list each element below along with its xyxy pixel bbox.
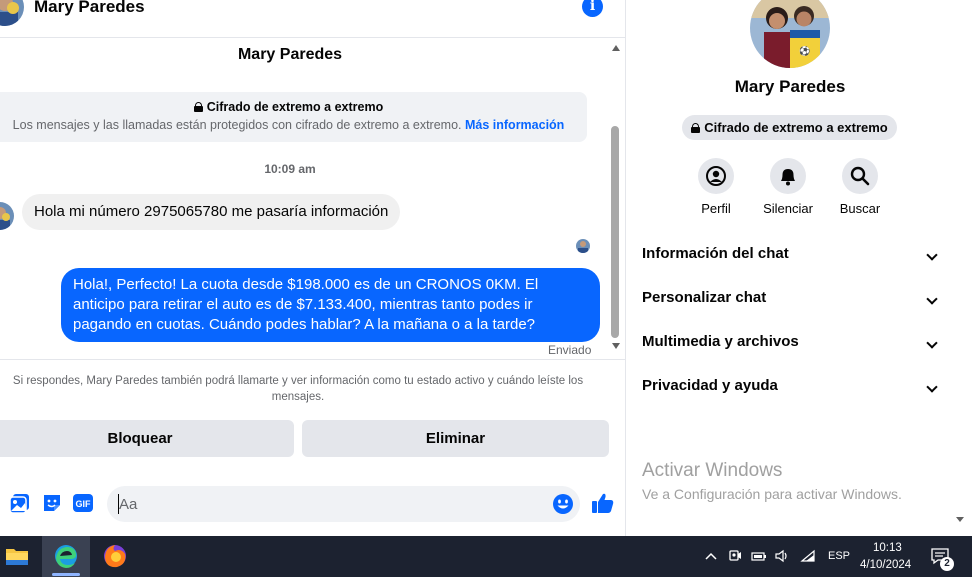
photo-icon[interactable] bbox=[9, 492, 31, 514]
chat-scrollbar[interactable] bbox=[609, 38, 623, 358]
chevron-down-icon bbox=[926, 337, 938, 349]
scroll-up-arrow-icon[interactable] bbox=[612, 45, 620, 51]
e2e-notice: Cifrado de extremo a extremo Los mensaje… bbox=[0, 92, 587, 142]
messenger-window: Mary Paredes i Mary Paredes Cifrado de e… bbox=[0, 0, 972, 577]
chevron-up-icon[interactable] bbox=[704, 548, 718, 577]
mute-action-label: Silenciar bbox=[763, 201, 813, 216]
section-chat-info-label: Información del chat bbox=[642, 245, 789, 262]
contact-avatar[interactable] bbox=[0, 0, 24, 26]
lock-icon bbox=[193, 102, 203, 112]
svg-text:⚽: ⚽ bbox=[798, 45, 810, 56]
gif-icon[interactable]: GIF bbox=[72, 492, 94, 514]
profile-action-label: Perfil bbox=[701, 201, 731, 216]
profile-action[interactable]: Perfil bbox=[681, 158, 751, 216]
mute-action[interactable]: Silenciar bbox=[753, 158, 823, 216]
chevron-down-icon bbox=[926, 381, 938, 393]
text-cursor bbox=[118, 494, 119, 514]
profile-icon[interactable] bbox=[698, 158, 734, 194]
block-button[interactable]: Bloquear bbox=[0, 420, 294, 457]
message-input[interactable] bbox=[107, 486, 580, 522]
scroll-down-arrow-icon[interactable] bbox=[612, 343, 620, 349]
seen-indicator-avatar bbox=[576, 239, 590, 253]
active-app-indicator bbox=[52, 573, 80, 576]
battery-icon[interactable] bbox=[751, 548, 767, 577]
e2e-notice-title: Cifrado de extremo a extremo bbox=[0, 100, 587, 114]
e2e-notice-body: Los mensajes y las llamadas están proteg… bbox=[12, 118, 462, 132]
chevron-down-icon bbox=[926, 249, 938, 261]
chat-info-panel: ⚽ Mary Paredes Cifrado de extremo a extr… bbox=[626, 0, 972, 536]
sender-avatar[interactable] bbox=[0, 202, 14, 230]
profile-name: Mary Paredes bbox=[734, 77, 846, 96]
search-icon[interactable] bbox=[842, 158, 878, 194]
section-privacy-help-label: Privacidad y ayuda bbox=[642, 377, 778, 394]
more-info-link[interactable]: Más información bbox=[465, 118, 564, 132]
e2e-badge[interactable]: Cifrado de extremo a extremo bbox=[682, 115, 897, 140]
activate-windows-subtitle: Ve a Configuración para activar Windows. bbox=[642, 486, 902, 502]
firefox-icon[interactable] bbox=[91, 536, 139, 577]
scroll-down-arrow-icon[interactable] bbox=[956, 517, 964, 522]
message-timestamp: 10:09 am bbox=[264, 162, 316, 176]
gif-icon-label: GIF bbox=[76, 499, 92, 509]
wifi-icon[interactable] bbox=[800, 548, 816, 577]
file-explorer-icon[interactable] bbox=[0, 536, 42, 577]
search-action-label: Buscar bbox=[839, 201, 881, 216]
lock-icon bbox=[691, 123, 701, 133]
composer: GIF bbox=[0, 484, 625, 524]
profile-avatar[interactable]: ⚽ bbox=[750, 0, 830, 68]
section-customize-chat-label: Personalizar chat bbox=[642, 289, 767, 306]
meet-now-icon[interactable] bbox=[728, 548, 742, 577]
chevron-down-icon bbox=[926, 293, 938, 305]
chat-header: Mary Paredes i bbox=[0, 0, 625, 38]
clock-time[interactable]: 10:13 bbox=[873, 542, 902, 554]
scroll-thumb[interactable] bbox=[611, 126, 619, 338]
language-indicator[interactable]: ESP bbox=[828, 550, 850, 562]
reply-notice: Si respondes, Mary Paredes también podrá… bbox=[12, 375, 584, 403]
e2e-notice-title-text: Cifrado de extremo a extremo bbox=[206, 100, 384, 114]
chat-pane: Mary Paredes i Mary Paredes Cifrado de e… bbox=[0, 0, 625, 536]
e2e-notice-text: Los mensajes y las llamadas están proteg… bbox=[0, 118, 587, 132]
section-customize-chat[interactable]: Personalizar chat bbox=[642, 283, 938, 313]
info-icon[interactable]: i bbox=[582, 0, 603, 17]
sent-status: Enviado bbox=[548, 343, 592, 357]
taskbar: ESP 10:13 4/10/2024 2 bbox=[0, 536, 972, 577]
search-action[interactable]: Buscar bbox=[825, 158, 895, 216]
message-list[interactable]: Mary Paredes Cifrado de extremo a extrem… bbox=[0, 38, 607, 358]
section-media-files[interactable]: Multimedia y archivos bbox=[642, 327, 938, 357]
notification-count-badge: 2 bbox=[940, 557, 954, 571]
section-privacy-help[interactable]: Privacidad y ayuda bbox=[642, 371, 938, 401]
outgoing-message[interactable]: Hola!, Perfecto! La cuota desde $198.000… bbox=[61, 268, 600, 342]
sticker-icon[interactable] bbox=[41, 492, 63, 514]
delete-button[interactable]: Eliminar bbox=[302, 420, 609, 457]
bell-icon[interactable] bbox=[770, 158, 806, 194]
divider bbox=[0, 359, 625, 360]
activate-windows-title: Activar Windows bbox=[642, 460, 783, 481]
e2e-badge-label: Cifrado de extremo a extremo bbox=[704, 120, 888, 135]
clock-date[interactable]: 4/10/2024 bbox=[860, 559, 911, 571]
edge-icon[interactable] bbox=[42, 536, 90, 577]
like-icon[interactable] bbox=[591, 491, 615, 515]
volume-icon[interactable] bbox=[774, 548, 790, 577]
section-media-files-label: Multimedia y archivos bbox=[642, 333, 799, 350]
section-chat-info[interactable]: Información del chat bbox=[642, 239, 938, 269]
conversation-title: Mary Paredes bbox=[237, 46, 343, 63]
contact-name[interactable]: Mary Paredes bbox=[34, 0, 145, 17]
incoming-message[interactable]: Hola mi número 2975065780 me pasaría inf… bbox=[22, 194, 401, 230]
emoji-icon[interactable] bbox=[552, 493, 574, 515]
